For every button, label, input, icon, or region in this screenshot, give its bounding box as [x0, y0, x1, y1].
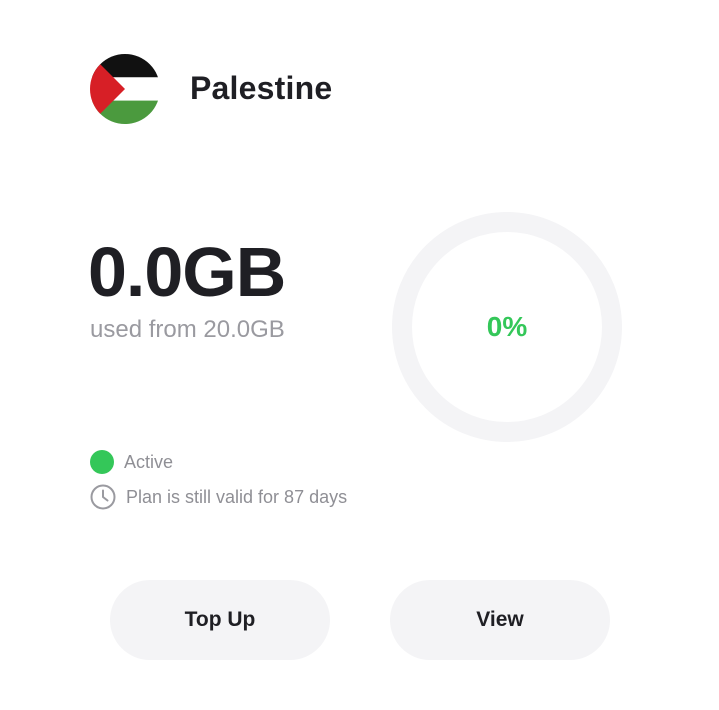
- data-total-text: used from 20.0GB: [90, 316, 285, 343]
- usage-percent-label: 0%: [486, 311, 528, 342]
- status-active-dot: [90, 450, 114, 474]
- validity-text: Plan is still valid for 87 days: [126, 486, 348, 507]
- status-label: Active: [124, 451, 174, 472]
- view-button[interactable]: View: [390, 580, 610, 660]
- status-row: Active: [90, 450, 173, 474]
- usage-progress-ring: 0%: [392, 212, 622, 442]
- top-up-button[interactable]: Top Up: [110, 580, 330, 660]
- data-used-amount: 0.0GB: [88, 233, 286, 311]
- validity-row: Plan is still valid for 87 days: [90, 484, 347, 510]
- esim-plan-card: Palestine 0.0GB used from 20.0GB 0% Acti…: [0, 0, 719, 710]
- clock-icon: [90, 484, 116, 510]
- palestine-flag-icon: [90, 54, 160, 124]
- country-name: Palestine: [190, 70, 333, 106]
